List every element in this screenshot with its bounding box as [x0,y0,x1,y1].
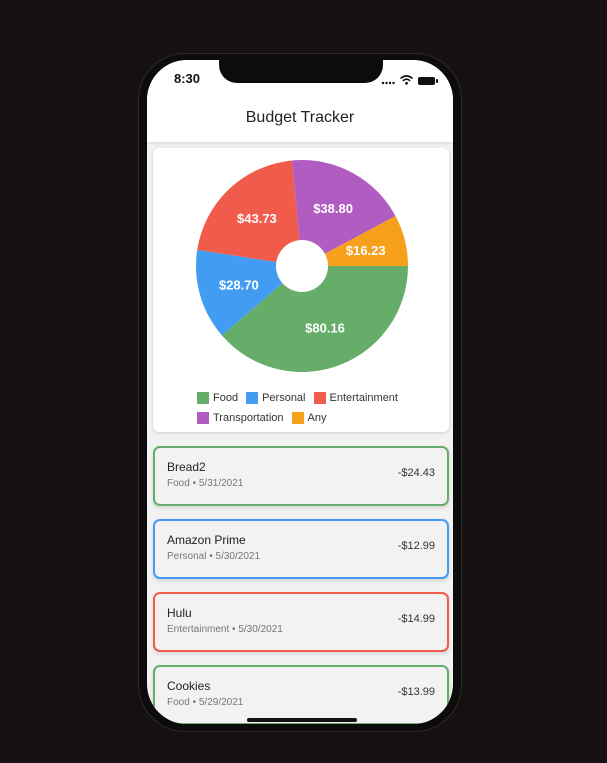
transaction-name: Bread2 [167,460,206,474]
transaction-meta: Food • 5/29/2021 [167,697,244,708]
pie-slice-label: $80.16 [305,321,345,336]
legend-item-transportation: Transportation [197,412,284,424]
transaction-name: Cookies [167,679,211,693]
pie-slice-label: $43.73 [237,211,277,226]
pie-slice-label: $16.23 [346,243,386,258]
transaction-amount: -$24.43 [397,467,435,479]
chart-legend: Food Personal Entertainment Transportati… [197,388,437,428]
legend-item-any: Any [291,412,327,424]
legend-swatch [313,392,326,404]
transaction-amount: -$14.99 [397,613,435,625]
transaction-card[interactable]: Bread2 Food • 5/31/2021 -$24.43 [153,446,449,506]
status-time: 8:30 [174,71,201,86]
legend-item-food: Food [197,392,238,404]
transaction-meta: Food • 5/31/2021 [167,478,244,489]
pie-center-hole [276,240,328,292]
pie-slice-label: $38.80 [313,201,353,216]
legend-swatch [291,412,304,424]
pie-slice-label: $28.70 [219,277,259,292]
app-bar: Budget Tracker [147,100,453,142]
device-notch [219,60,383,83]
legend-swatch [246,392,259,404]
transaction-card[interactable]: Cookies Food • 5/29/2021 -$13.99 [153,665,449,724]
home-indicator[interactable] [247,718,357,722]
transaction-card[interactable]: Amazon Prime Personal • 5/30/2021 -$12.9… [153,519,449,579]
transaction-card[interactable]: Hulu Entertainment • 5/30/2021 -$14.99 [153,592,449,652]
legend-swatch [197,392,209,404]
legend-swatch [197,412,209,424]
phone-frame: 8:30 Budget Tracker $80.16 $28.70 $43.73… [139,54,461,731]
legend-item-personal: Personal [246,392,306,404]
signal-icon [381,72,395,90]
legend-item-entertainment: Entertainment [313,392,398,404]
transaction-amount: -$13.99 [397,686,435,698]
battery-icon [418,77,438,85]
spending-pie-chart: $80.16 $28.70 $43.73 $38.80 $16.23 [196,160,408,372]
transaction-name: Amazon Prime [167,533,246,547]
wifi-icon [399,72,414,90]
spending-pie-chart-card: $80.16 $28.70 $43.73 $38.80 $16.23 Food Pers… [153,148,449,432]
transaction-name: Hulu [167,606,192,620]
transaction-amount: -$12.99 [397,540,435,552]
transaction-meta: Personal • 5/30/2021 [167,551,261,562]
transaction-meta: Entertainment • 5/30/2021 [167,624,283,635]
app-screen: 8:30 Budget Tracker $80.16 $28.70 $43.73… [147,60,453,724]
status-icons [381,72,438,90]
app-title: Budget Tracker [245,109,355,126]
